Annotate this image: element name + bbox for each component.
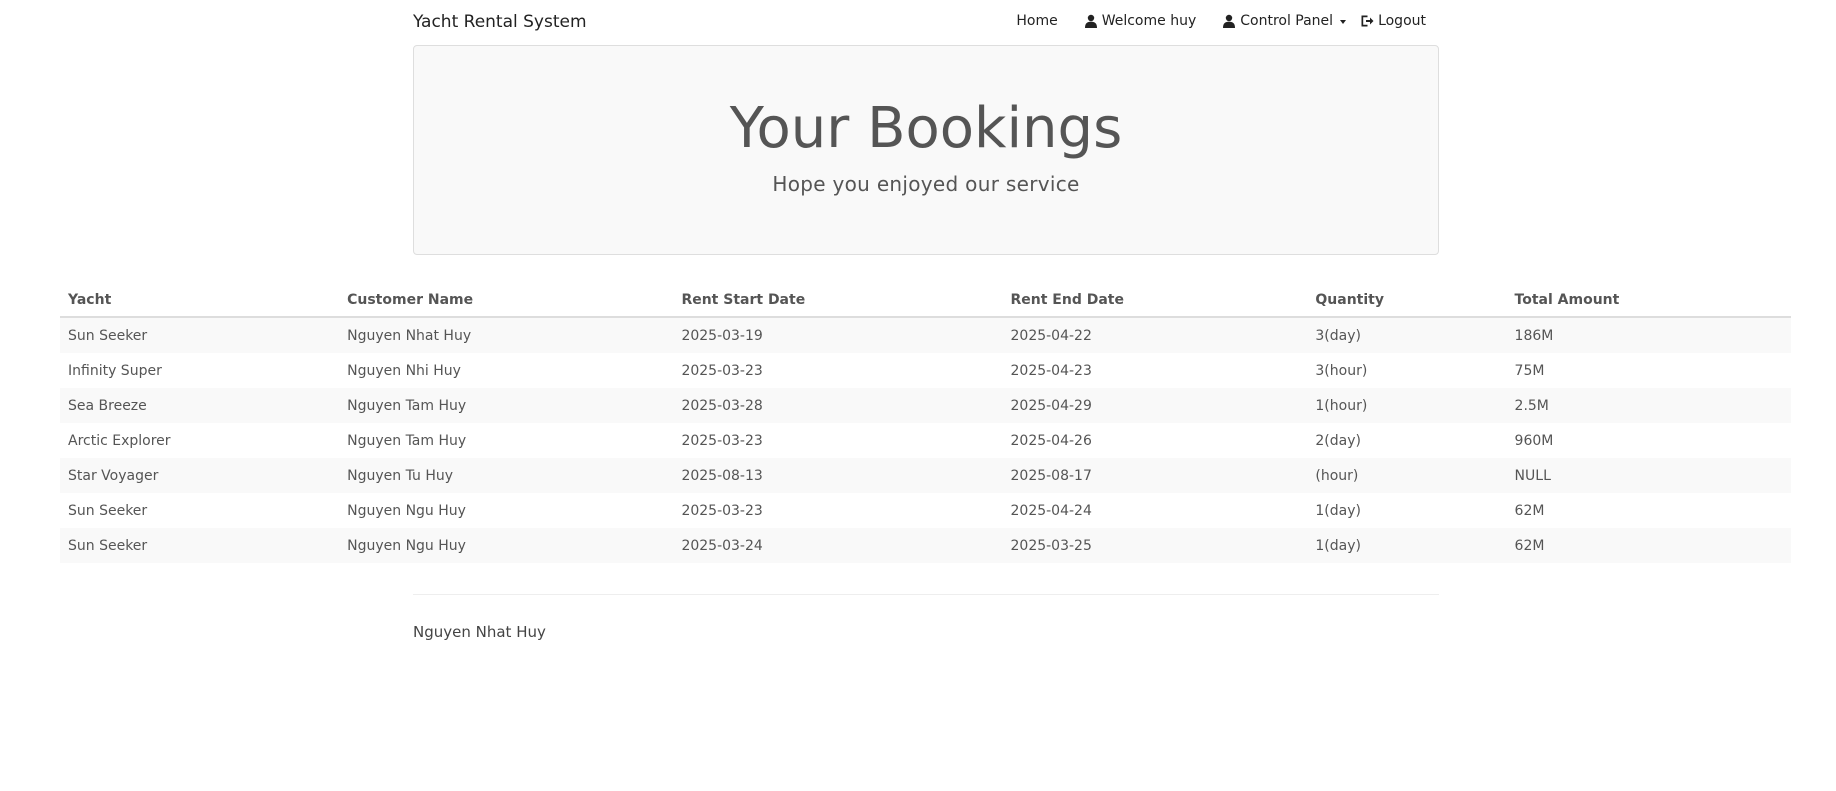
cell-rent-start-date: 2025-03-23 <box>681 502 763 519</box>
caret-down-icon <box>1340 20 1347 24</box>
header-rent-end-date: Rent End Date <box>1002 283 1308 318</box>
header-rent-start-date: Rent Start Date <box>673 283 1003 318</box>
cell-yacht: Sun Seeker <box>68 502 148 519</box>
cell-yacht: Star Voyager <box>68 467 159 484</box>
cell-quantity: 2(day) <box>1315 432 1361 449</box>
cell-total-amount: 2.5M <box>1514 397 1549 414</box>
footer-divider <box>413 594 1439 595</box>
cell-quantity: 3(hour) <box>1315 362 1368 379</box>
cell-customer-name: Nguyen Nhi Huy <box>347 362 461 379</box>
cell-quantity: (hour) <box>1315 467 1359 484</box>
nav-links: Home Welcome huy Control Panel Logout <box>1016 13 1439 29</box>
cell-rent-end-date: 2025-04-24 <box>1010 502 1092 519</box>
table-row: Infinity Super Nguyen Nhi Huy 2025-03-23… <box>60 353 1791 388</box>
header-quantity: Quantity <box>1307 283 1507 318</box>
cell-rent-start-date: 2025-03-28 <box>681 397 763 414</box>
cell-rent-end-date: 2025-03-25 <box>1010 537 1092 554</box>
user-icon <box>1223 14 1236 28</box>
nav-welcome-link[interactable]: Welcome huy <box>1084 13 1197 29</box>
top-navbar: Yacht Rental System Home Welcome huy Con… <box>413 0 1439 44</box>
cell-yacht: Arctic Explorer <box>68 432 171 449</box>
cell-customer-name: Nguyen Tam Huy <box>347 432 467 449</box>
cell-total-amount: 75M <box>1514 362 1545 379</box>
cell-customer-name: Nguyen Ngu Huy <box>347 537 466 554</box>
cell-rent-start-date: 2025-03-24 <box>681 537 763 554</box>
nav-control-panel-label: Control Panel <box>1240 13 1334 29</box>
nav-home-link[interactable]: Home <box>1016 13 1057 29</box>
cell-yacht: Infinity Super <box>68 362 162 379</box>
brand-link[interactable]: Yacht Rental System <box>413 12 587 32</box>
cell-total-amount: 62M <box>1514 537 1545 554</box>
header-customer-name: Customer Name <box>339 283 674 318</box>
table-row: Sun Seeker Nguyen Nhat Huy 2025-03-19 20… <box>60 317 1791 353</box>
table-row: Arctic Explorer Nguyen Tam Huy 2025-03-2… <box>60 423 1791 458</box>
nav-home-label: Home <box>1016 13 1058 29</box>
table-row: Sea Breeze Nguyen Tam Huy 2025-03-28 202… <box>60 388 1791 423</box>
cell-customer-name: Nguyen Ngu Huy <box>347 502 466 519</box>
nav-logout-link[interactable]: Logout <box>1360 13 1426 29</box>
header-yacht: Yacht <box>60 283 340 318</box>
cell-rent-start-date: 2025-03-23 <box>681 432 763 449</box>
cell-rent-end-date: 2025-04-22 <box>1010 327 1092 344</box>
cell-customer-name: Nguyen Tam Huy <box>347 397 467 414</box>
cell-quantity: 3(day) <box>1315 327 1361 344</box>
cell-yacht: Sun Seeker <box>68 327 148 344</box>
cell-rent-start-date: 2025-03-19 <box>681 327 763 344</box>
cell-total-amount: 960M <box>1514 432 1554 449</box>
table-row: Sun Seeker Nguyen Ngu Huy 2025-03-23 202… <box>60 493 1791 528</box>
bookings-table-container: Yacht Customer Name Rent Start Date Rent… <box>60 283 1791 563</box>
cell-rent-end-date: 2025-04-23 <box>1010 362 1092 379</box>
cell-yacht: Sun Seeker <box>68 537 148 554</box>
cell-rent-end-date: 2025-04-26 <box>1010 432 1092 449</box>
table-header-row: Yacht Customer Name Rent Start Date Rent… <box>60 283 1791 318</box>
cell-rent-start-date: 2025-08-13 <box>681 467 763 484</box>
cell-rent-end-date: 2025-08-17 <box>1010 467 1092 484</box>
cell-quantity: 1(day) <box>1315 502 1361 519</box>
cell-total-amount: NULL <box>1514 467 1551 484</box>
cell-quantity: 1(hour) <box>1315 397 1368 414</box>
cell-customer-name: Nguyen Tu Huy <box>347 467 453 484</box>
cell-quantity: 1(day) <box>1315 537 1361 554</box>
table-row: Sun Seeker Nguyen Ngu Huy 2025-03-24 202… <box>60 528 1791 563</box>
jumbotron: Your Bookings Hope you enjoyed our servi… <box>413 45 1439 255</box>
log-out-icon <box>1361 15 1374 27</box>
bookings-table: Yacht Customer Name Rent Start Date Rent… <box>60 283 1791 563</box>
page-subtitle: Hope you enjoyed our service <box>772 171 1080 196</box>
cell-rent-start-date: 2025-03-23 <box>681 362 763 379</box>
cell-customer-name: Nguyen Nhat Huy <box>347 327 472 344</box>
header-total-amount: Total Amount <box>1506 283 1791 318</box>
table-row: Star Voyager Nguyen Tu Huy 2025-08-13 20… <box>60 458 1791 493</box>
cell-total-amount: 186M <box>1514 327 1554 344</box>
user-icon <box>1084 14 1097 28</box>
cell-yacht: Sea Breeze <box>68 397 147 414</box>
cell-total-amount: 62M <box>1514 502 1545 519</box>
cell-rent-end-date: 2025-04-29 <box>1010 397 1092 414</box>
nav-welcome-label: Welcome huy <box>1101 13 1197 29</box>
nav-control-panel-dropdown[interactable]: Control Panel <box>1222 13 1347 29</box>
nav-logout-label: Logout <box>1378 13 1426 29</box>
footer-author: Nguyen Nhat Huy <box>413 623 546 641</box>
page-title: Your Bookings <box>729 96 1123 161</box>
